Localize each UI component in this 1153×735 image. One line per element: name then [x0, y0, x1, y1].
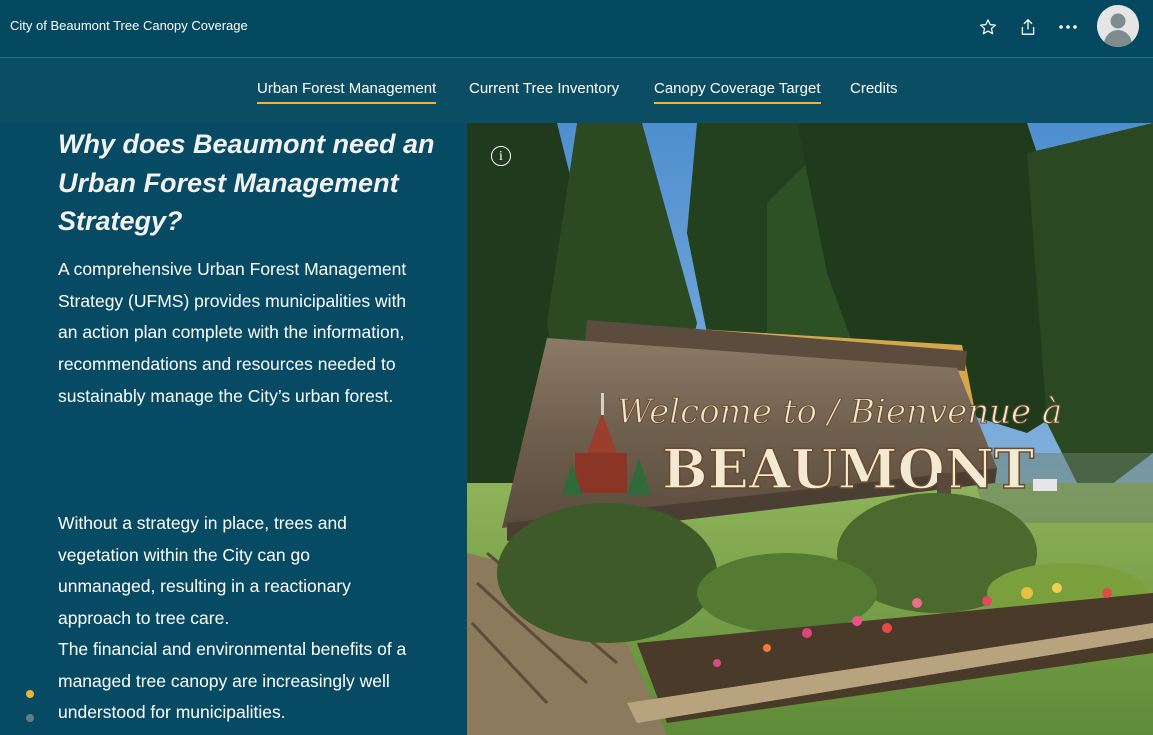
pager-dot[interactable]: [26, 714, 34, 722]
info-icon[interactable]: i: [491, 146, 511, 166]
paragraph-ufms-intro: A comprehensive Urban Forest Management …: [58, 259, 407, 406]
section-nav: Urban Forest Management Current Tree Inv…: [0, 58, 1153, 123]
section-heading: Why does Beaumont need an Urban Forest M…: [58, 129, 435, 236]
share-icon[interactable]: [1015, 14, 1041, 40]
nav-item-urban-forest-management[interactable]: Urban Forest Management: [257, 80, 437, 104]
sign-beaumont-text: BEAUMONT: [662, 437, 1034, 501]
paragraph-benefits: The financial and environmental benefits…: [58, 639, 407, 723]
more-icon[interactable]: [1055, 14, 1081, 40]
user-avatar-icon[interactable]: [1097, 5, 1139, 47]
paragraph-without-strategy: Without a strategy in place, trees and v…: [58, 513, 351, 629]
nav-item-canopy-coverage-target[interactable]: Canopy Coverage Target: [654, 80, 821, 104]
sign-welcome-text: Welcome to / Bienvenue à: [617, 392, 1062, 432]
beaumont-welcome-sign-photo: Welcome to / Bienvenue à BEAUMONT: [467, 123, 1153, 735]
story-text-panel: Why does Beaumont need an Urban Forest M…: [0, 123, 467, 735]
app-title: City of Beaumont Tree Canopy Coverage: [10, 18, 248, 33]
pager-dot-active[interactable]: [26, 690, 34, 698]
nav-item-current-tree-inventory[interactable]: Current Tree Inventory: [469, 80, 619, 102]
photo-illustration: Welcome to / Bienvenue à BEAUMONT: [467, 123, 1153, 735]
top-bar: City of Beaumont Tree Canopy Coverage: [0, 0, 1153, 58]
nav-item-credits[interactable]: Credits: [850, 80, 898, 102]
star-icon[interactable]: [975, 14, 1001, 40]
